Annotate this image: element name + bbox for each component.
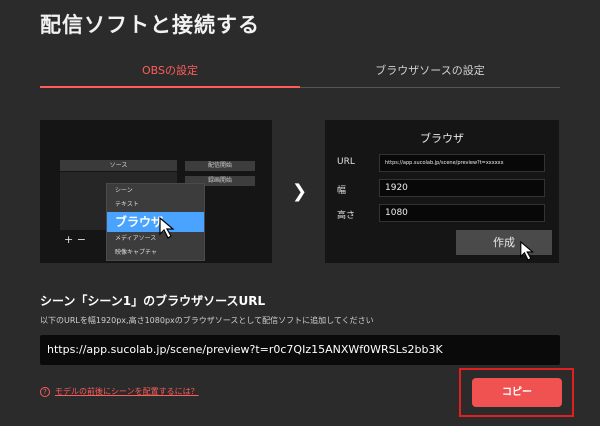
- help-link[interactable]: ? モデルの前後にシーンを配置するには？: [40, 386, 199, 397]
- obs-add-remove: + −: [64, 233, 86, 246]
- page-title: 配信ソフトと接続する: [40, 13, 260, 37]
- obs-illustration: ソース 配信開始 録画開始 + − シーン テキスト ブラウザ メディアソース …: [40, 120, 272, 263]
- obs-context-menu: シーン テキスト ブラウザ メディアソース 映像キャプチャ: [106, 183, 205, 261]
- tab-bar: OBSの設定 ブラウザソースの設定: [40, 58, 560, 88]
- menu-item-browser: ブラウザ: [107, 212, 204, 232]
- help-link-label: モデルの前後にシーンを配置するには？: [55, 387, 199, 396]
- question-circle-icon: ?: [40, 386, 50, 397]
- menu-item-scene: シーン: [115, 187, 133, 194]
- width-label: 幅: [337, 186, 347, 196]
- tab-obs-settings[interactable]: OBSの設定: [40, 58, 300, 88]
- dialog-title: ブラウザ: [420, 132, 464, 145]
- browser-source-url-field[interactable]: https://app.sucolab.jp/scene/preview?t=r…: [40, 335, 560, 365]
- height-field: 1080: [379, 204, 545, 222]
- menu-item-text: テキスト: [115, 201, 139, 208]
- width-field: 1920: [379, 179, 545, 197]
- obs-sources-header: ソース: [60, 160, 177, 171]
- obs-start-stream-button: 配信開始: [185, 161, 255, 171]
- chevron-right-icon: ❯: [292, 181, 308, 202]
- section-description: 以下のURLを幅1920px,高さ1080pxのブラウザソースとして配信ソフトに…: [40, 316, 374, 325]
- menu-item-video-capture: 映像キャプチャ: [115, 249, 157, 256]
- copy-button[interactable]: コピー: [472, 378, 562, 407]
- menu-item-media-source: メディアソース: [115, 235, 157, 242]
- height-label: 高さ: [337, 211, 356, 221]
- url-label: URL: [337, 157, 355, 167]
- tab-browser-source-settings[interactable]: ブラウザソースの設定: [300, 58, 560, 87]
- browser-dialog-illustration: ブラウザ URL https://app.sucolab.jp/scene/pr…: [325, 120, 559, 263]
- section-heading: シーン「シーン1」のブラウザソースURL: [40, 294, 266, 308]
- url-field: https://app.sucolab.jp/scene/preview?t=x…: [379, 154, 545, 172]
